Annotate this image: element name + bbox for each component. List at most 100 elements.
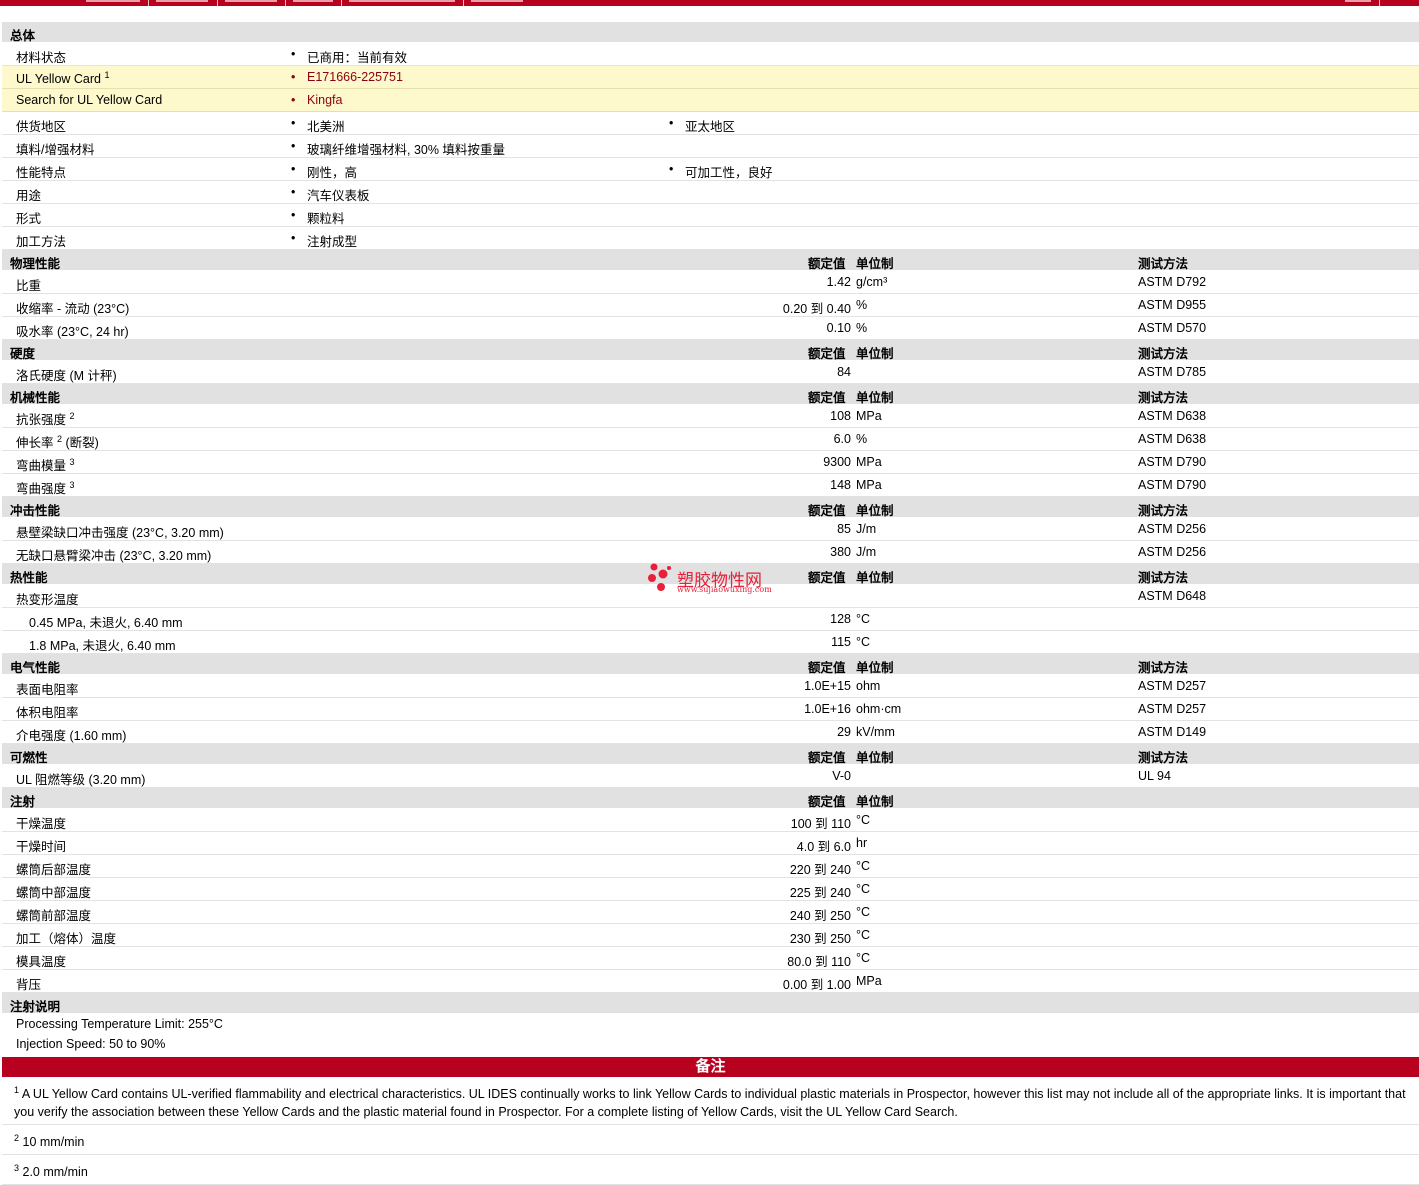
footnote-ref[interactable]: 3 xyxy=(70,457,75,467)
nominal-value: 240 到 250 xyxy=(789,909,851,923)
nominal-value: 0.00 到 1.00 xyxy=(782,978,851,992)
property-label-text: 弯曲强度 xyxy=(16,482,67,496)
watermark-dots-icon xyxy=(648,563,671,591)
property-label-text: 热变形温度 xyxy=(16,593,79,607)
property-row: 螺筒前部温度 240 到 250 °C xyxy=(2,901,1419,924)
unit-value: MPa xyxy=(856,974,882,988)
property-row: 吸水率 (23°C, 24 hr) 0.10% ASTM D570 xyxy=(2,317,1419,340)
unit-value: MPa xyxy=(856,478,882,492)
unit-value: g/cm³ xyxy=(856,275,888,289)
property-label: 抗张强度 2 xyxy=(16,409,75,428)
nominal-value: 4.0 到 6.0 xyxy=(796,840,851,854)
test-method: ASTM D790 xyxy=(1138,455,1207,469)
column-header-nominal: 额定值 xyxy=(808,795,846,809)
notes-title-bar: 备注 xyxy=(2,1057,1419,1077)
property-label-text: 收缩率 - 流动 (23°C) xyxy=(16,302,130,316)
property-row: 形式 颗粒料 xyxy=(2,204,1419,227)
property-row: 性能特点 刚性，高 可加工性，良好 xyxy=(2,158,1419,181)
property-row: 1.8 MPa, 未退火, 6.40 mm 115 °C xyxy=(2,631,1419,654)
property-link[interactable]: E171666-225751 xyxy=(291,70,403,84)
unit-value: J/m xyxy=(856,545,877,559)
footnote-ref[interactable]: 1 xyxy=(105,70,110,80)
section-title: 硬度 xyxy=(10,347,36,361)
section-header: 机械性能 额定值 单位制 测试方法 xyxy=(2,384,1419,405)
property-label-text: 洛氏硬度 (M 计秤) xyxy=(16,369,117,383)
property-label-text: 材料状态 xyxy=(16,51,67,65)
property-label: 洛氏硬度 (M 计秤) xyxy=(16,365,117,384)
nav-tab-underline[interactable] xyxy=(1345,0,1371,2)
section-header: 冲击性能 额定值 单位制 测试方法 xyxy=(2,497,1419,518)
property-label-text: 无缺口悬臂梁冲击 (23°C, 3.20 mm) xyxy=(16,549,212,563)
test-method: ASTM D257 xyxy=(1138,702,1207,716)
footnote: 2 10 mm/min xyxy=(2,1125,1419,1155)
nominal-value: 85 xyxy=(837,522,851,536)
property-row: 体积电阻率 1.0E+16 ohm·cm ASTM D257 xyxy=(2,698,1419,721)
test-method: ASTM D785 xyxy=(1138,365,1207,379)
test-method: ASTM D256 xyxy=(1138,522,1207,536)
property-row: 抗张强度 2 108 MPa ASTM D638 xyxy=(2,405,1419,428)
property-label-text: UL 阻燃等级 (3.20 mm) xyxy=(16,773,146,787)
footnote-number: 3 xyxy=(14,1163,20,1173)
unit-value: MPa xyxy=(856,455,882,469)
unit-value: °C xyxy=(856,951,871,965)
property-label: 模具温度 xyxy=(16,951,66,970)
property-label: 材料状态 xyxy=(16,47,66,66)
property-row: 收缩率 - 流动 (23°C) 0.20 到 0.40% ASTM D955 xyxy=(2,294,1419,317)
property-label: UL Yellow Card 1 xyxy=(16,70,110,86)
nav-tab-underline[interactable] xyxy=(86,0,140,2)
nav-separator xyxy=(217,0,218,6)
property-label-text: 吸水率 (23°C, 24 hr) xyxy=(16,325,129,339)
section-title: 可燃性 xyxy=(10,751,48,765)
column-header-unit: 单位制 xyxy=(856,795,894,809)
property-label: 螺筒后部温度 xyxy=(16,859,91,878)
property-row: 填料/增强材料 玻璃纤维增强材料, 30% 填料按重量 xyxy=(2,135,1419,158)
property-label: 弯曲强度 3 xyxy=(16,478,75,497)
property-label: 吸水率 (23°C, 24 hr) xyxy=(16,321,129,340)
property-label-text: Search for UL Yellow Card xyxy=(16,93,163,107)
property-row: 弯曲模量 3 9300 MPa ASTM D790 xyxy=(2,451,1419,474)
nominal-value: 1.0E+15 xyxy=(804,679,851,693)
column-header-unit: 单位制 xyxy=(856,391,894,405)
property-value: 刚性，高 xyxy=(291,162,357,181)
unit-value: kV/mm xyxy=(856,725,895,739)
property-value: 已商用：当前有效 xyxy=(291,47,407,66)
section-header: 可燃性 额定值 单位制 测试方法 xyxy=(2,744,1419,765)
section-title: 总体 xyxy=(10,29,36,43)
unit-value: °C xyxy=(856,813,871,827)
nominal-value: 380 xyxy=(830,545,851,559)
nav-separator xyxy=(285,0,286,6)
property-label: 弯曲模量 3 xyxy=(16,455,75,474)
property-label: 热变形温度 xyxy=(16,589,79,608)
unit-value: ohm·cm xyxy=(856,702,902,716)
property-row: 供货地区 北美洲 亚太地区 xyxy=(2,112,1419,135)
footnote-text: A UL Yellow Card contains UL-verified fl… xyxy=(14,1087,1406,1119)
nominal-value: V-0 xyxy=(832,769,851,783)
property-label-text: 干燥温度 xyxy=(16,817,67,831)
footnote-ref[interactable]: 2 xyxy=(70,411,75,421)
nominal-value: 230 到 250 xyxy=(789,932,851,946)
property-label-text: UL Yellow Card xyxy=(16,72,102,86)
footnote-ref[interactable]: 3 xyxy=(70,480,75,490)
property-label-text: 比重 xyxy=(16,279,42,293)
column-header-nominal: 额定值 xyxy=(808,391,846,405)
nav-separator xyxy=(1379,0,1380,6)
footnote-text: 2.0 mm/min xyxy=(22,1165,88,1179)
nav-tab-underline[interactable] xyxy=(225,0,277,2)
column-header-nominal: 额定值 xyxy=(808,661,846,675)
column-header-nominal: 额定值 xyxy=(808,347,846,361)
property-value: 亚太地区 xyxy=(669,116,735,135)
nav-tab-underline[interactable] xyxy=(156,0,208,2)
property-label-text: 模具温度 xyxy=(16,955,67,969)
property-link[interactable]: Kingfa xyxy=(291,93,343,107)
test-method: ASTM D257 xyxy=(1138,679,1207,693)
nav-tab-underline[interactable] xyxy=(293,0,333,2)
property-row: 材料状态 已商用：当前有效 xyxy=(2,43,1419,66)
property-row: 0.45 MPa, 未退火, 6.40 mm 128 °C xyxy=(2,608,1419,631)
property-row: 加工方法 注射成型 xyxy=(2,227,1419,250)
unit-value: MPa xyxy=(856,409,882,423)
property-row: 表面电阻率 1.0E+15 ohm ASTM D257 xyxy=(2,675,1419,698)
nominal-value: 84 xyxy=(837,365,851,379)
nav-tab-underline[interactable] xyxy=(349,0,455,2)
nav-tab-underline[interactable] xyxy=(471,0,523,2)
nominal-value: 220 到 240 xyxy=(789,863,851,877)
